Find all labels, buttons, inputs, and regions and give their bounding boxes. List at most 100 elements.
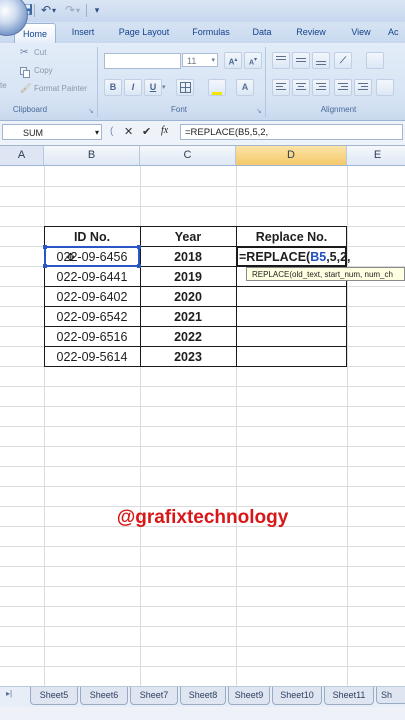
cut-label: Cut [34, 48, 47, 57]
formula-input[interactable]: =REPLACE(B5,5,2, [180, 124, 403, 140]
title-bar: ↶ ▾ ↷ ▾ ▾ [0, 0, 405, 36]
column-header-c[interactable]: C [140, 146, 236, 165]
table-cell-year[interactable]: 2020 [140, 287, 236, 307]
wrap-text-button[interactable] [366, 52, 384, 69]
table-cell-year[interactable]: 2021 [140, 307, 236, 327]
align-bottom-button[interactable] [312, 52, 330, 69]
qat-separator [86, 4, 87, 17]
qat-separator [34, 4, 35, 17]
shrink-font-button[interactable]: A▾ [244, 52, 262, 69]
decrease-indent-button[interactable] [334, 79, 352, 96]
font-group-label: Font [170, 105, 187, 114]
table-cell-year[interactable]: 2019 [140, 267, 236, 287]
column-header-a[interactable]: A [0, 146, 44, 165]
group-separator [97, 47, 98, 117]
ribbon-tab-row: Home Insert Page Layout Formulas Data Re… [0, 22, 405, 44]
table-cell-year[interactable]: 2023 [140, 347, 236, 367]
clipboard-launcher-icon[interactable]: ↘ [88, 107, 94, 115]
underline-dropdown-icon[interactable]: ▾ [162, 83, 166, 91]
sheet-tab[interactable]: Sheet5 [30, 687, 78, 705]
table-header-replace[interactable]: Replace No. [236, 227, 347, 247]
active-cell-formula[interactable]: =REPLACE(B5,5,2, [239, 247, 351, 267]
copy-label: Copy [34, 66, 53, 75]
formula-suffix: ,5,2, [326, 250, 351, 264]
chevron-down-icon: ▾ [211, 57, 215, 64]
chevron-down-icon[interactable]: ▾ [95, 125, 99, 141]
referenced-cell-highlight [43, 245, 141, 268]
paste-button[interactable]: te [0, 47, 14, 97]
bold-button[interactable]: B [104, 79, 122, 96]
cancel-icon[interactable]: ✕ [124, 125, 133, 138]
column-header-d[interactable]: D [236, 146, 347, 165]
customize-qat-icon[interactable]: ▾ [92, 3, 102, 18]
align-top-button[interactable] [272, 52, 290, 69]
sheet-tab[interactable]: Sheet9 [228, 687, 270, 705]
table-header-year[interactable]: Year [140, 227, 236, 247]
underline-button[interactable]: U [144, 79, 162, 96]
clipboard-group-label: Clipboard [12, 105, 48, 114]
brush-icon: 🖌 [20, 83, 32, 93]
undo-dropdown-icon[interactable]: ▾ [50, 3, 58, 18]
align-right-button[interactable] [312, 79, 330, 96]
tab-add-ins[interactable]: Ac [388, 22, 405, 43]
sheet-tab[interactable]: Sheet8 [180, 687, 226, 705]
font-size-value: 11 [187, 56, 197, 66]
enter-icon[interactable]: ✔ [142, 125, 151, 138]
italic-button[interactable]: I [124, 79, 142, 96]
borders-button[interactable] [176, 79, 194, 96]
group-separator [265, 47, 266, 117]
mouse-cursor-icon: ✥ [66, 252, 76, 264]
formula-buttons: ( ✕ ✔ fx [106, 124, 178, 142]
sheet-tab[interactable]: Sh [376, 687, 405, 704]
name-box[interactable]: SUM ▾ [2, 124, 102, 140]
column-headers: A B C D E [0, 146, 405, 166]
function-tooltip: REPLACE(old_text, start_num, num_ch [246, 267, 405, 281]
font-name-field[interactable] [104, 53, 181, 69]
table-header-id[interactable]: ID No. [44, 227, 140, 247]
fill-bucket-icon [212, 92, 222, 95]
fill-color-button[interactable] [208, 79, 226, 96]
status-bar [0, 707, 405, 720]
column-header-b[interactable]: B [44, 146, 140, 165]
orientation-button[interactable]: ⟋ [334, 52, 352, 69]
tab-formulas[interactable]: Formulas [186, 22, 236, 43]
grow-font-button[interactable]: A▴ [224, 52, 242, 69]
tab-review[interactable]: Review [288, 22, 334, 43]
table-cell-id[interactable]: 022-09-6542 [44, 307, 140, 327]
paste-label: te [0, 81, 7, 90]
align-middle-button[interactable] [292, 52, 310, 69]
redo-dropdown-icon[interactable]: ▾ [74, 3, 82, 18]
formula-prefix: =REPLACE( [239, 250, 311, 264]
sheet-tab[interactable]: Sheet10 [272, 687, 322, 705]
merge-center-button[interactable] [376, 79, 394, 96]
column-header-e[interactable]: E [347, 146, 405, 165]
channel-watermark: @grafixtechnology [116, 507, 289, 528]
tab-data[interactable]: Data [246, 22, 278, 43]
format-painter-label: Format Painter [34, 84, 87, 93]
sheet-tab[interactable]: Sheet6 [80, 687, 128, 705]
table-cell-id[interactable]: 022-09-6516 [44, 327, 140, 347]
alignment-group-label: Alignment [320, 105, 357, 114]
font-color-button[interactable]: A [236, 79, 254, 96]
tab-view[interactable]: View [344, 22, 378, 43]
table-cell-id[interactable]: 022-09-5614 [44, 347, 140, 367]
increase-indent-button[interactable] [354, 79, 372, 96]
font-size-field[interactable]: 11 ▾ [182, 53, 218, 67]
drag-handle-icon: ( [110, 126, 114, 137]
table-cell-id[interactable]: 022-09-6441 [44, 267, 140, 287]
align-left-button[interactable] [272, 79, 290, 96]
tab-page-layout[interactable]: Page Layout [112, 22, 176, 43]
sheet-tab[interactable]: Sheet7 [130, 687, 178, 705]
sheet-tab-bar: ▸| Sheet5 Sheet6 Sheet7 Sheet8 Sheet9 Sh… [0, 686, 405, 707]
table-cell-year[interactable]: 2022 [140, 327, 236, 347]
formula-bar: SUM ▾ ( ✕ ✔ fx =REPLACE(B5,5,2, [0, 121, 405, 146]
align-center-button[interactable] [292, 79, 310, 96]
table-cell-year[interactable]: 2018 [140, 247, 236, 267]
table-cell-id[interactable]: 022-09-6402 [44, 287, 140, 307]
tab-insert[interactable]: Insert [64, 22, 102, 43]
insert-function-icon[interactable]: fx [161, 125, 168, 136]
ribbon: te ✂ Cut Copy 🖌 Format Painter Clipboard… [0, 43, 405, 121]
sheet-tab[interactable]: Sheet11 [324, 687, 374, 705]
scroll-last-sheet-icon[interactable]: ▸| [6, 689, 12, 698]
font-launcher-icon[interactable]: ↘ [256, 107, 262, 115]
